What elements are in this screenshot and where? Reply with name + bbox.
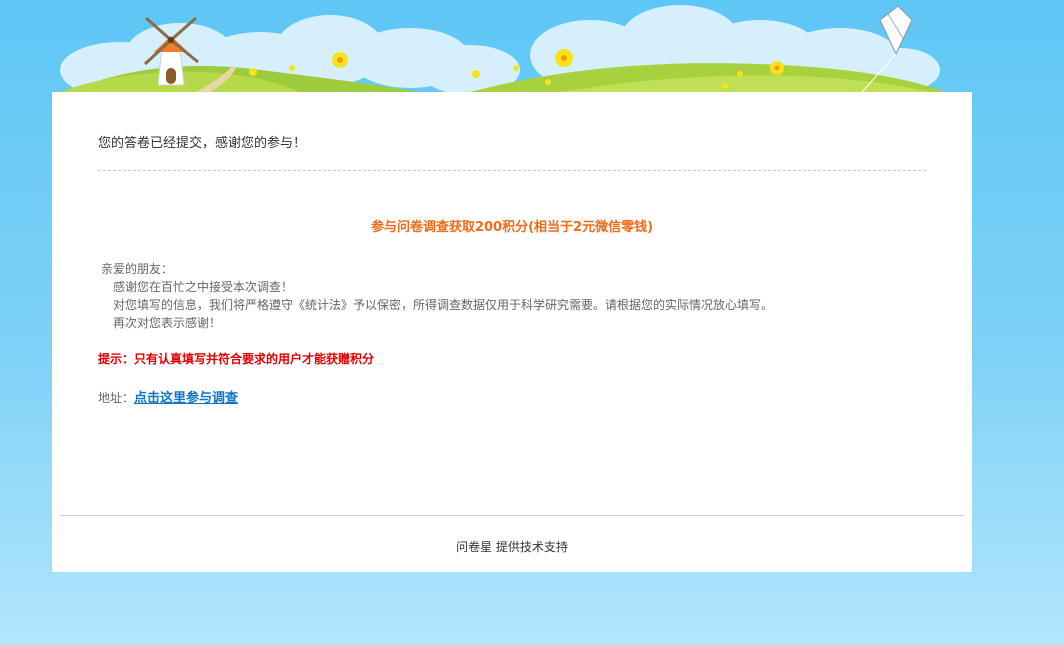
letter-body: 亲爱的朋友： 感谢您在百忙之中接受本次调查！ 对您填写的信息，我们将严格遵守《统… <box>101 260 773 332</box>
letter-line: 再次对您表示感谢！ <box>113 316 222 330</box>
address-label: 地址： <box>98 391 135 405</box>
tip-text: 提示：只有认真填写并符合要求的用户才能获赠积分 <box>98 352 375 366</box>
promo-title: 参与问卷调查获取200积分(相当于2元微信零钱) <box>370 220 654 235</box>
survey-link[interactable]: 点击这里参与调查 <box>134 391 238 406</box>
footer-credit: 问卷星 提供技术支持 <box>456 540 568 554</box>
address-row: 地址：点击这里参与调查 <box>98 387 238 406</box>
header-scenery <box>0 0 1064 100</box>
letter-greeting: 亲爱的朋友： <box>101 262 174 276</box>
letter-line: 感谢您在百忙之中接受本次调查！ <box>113 280 294 294</box>
result-card: 您的答卷已经提交，感谢您的参与！ 参与问卷调查获取200积分(相当于2元微信零钱… <box>52 92 972 572</box>
letter-line: 对您填写的信息，我们将严格遵守《统计法》予以保密，所得调查数据仅用于科学研究需要… <box>113 298 774 312</box>
footer-divider <box>61 515 963 516</box>
dashed-divider <box>98 170 926 171</box>
submitted-message: 您的答卷已经提交，感谢您的参与！ <box>98 136 307 151</box>
